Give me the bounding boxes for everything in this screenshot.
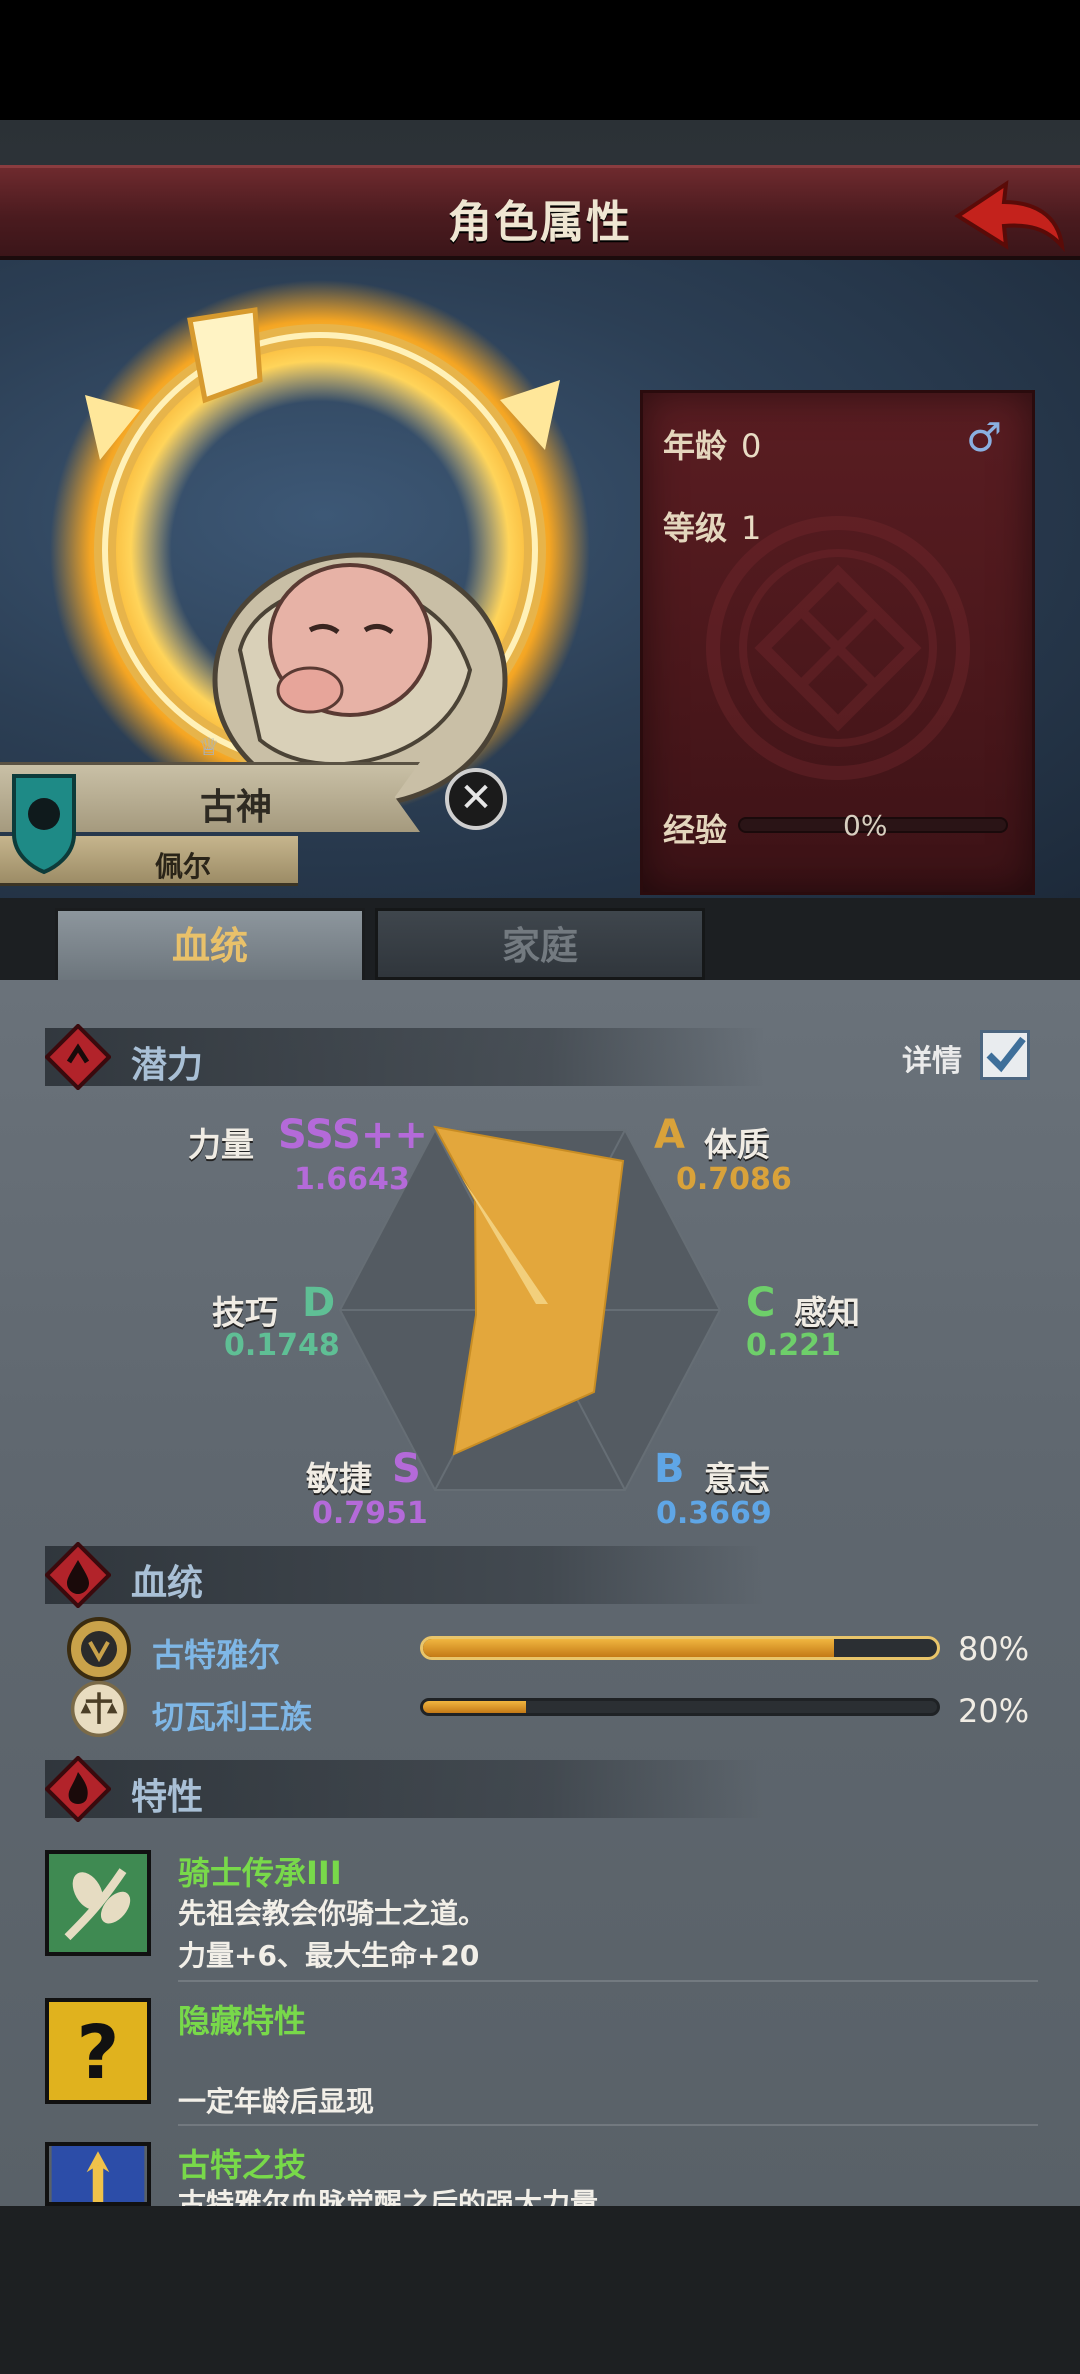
bloodline-item-0-percent: 80% [958, 1630, 1030, 1668]
tab-bar: 血统 家庭 [0, 898, 1080, 980]
checkmark-icon [986, 1036, 1026, 1073]
bloodline-item-1-bar [420, 1698, 940, 1716]
detail-label: 详情 [902, 1044, 962, 1079]
stat-will-grade: B [654, 1446, 685, 1492]
age-value: 0 [741, 427, 762, 465]
bloodline-item-0-bar [420, 1636, 940, 1660]
question-mark-icon[interactable]: ? [45, 1998, 151, 2104]
page-title: 角色属性 [448, 197, 632, 248]
stat-agility-name: 敏捷 [306, 1459, 372, 1498]
status-bar-area [0, 0, 1080, 120]
exp-value: 0% [843, 809, 888, 842]
trait-separator [178, 1980, 1038, 1982]
stat-strength-grade: SSS++ [278, 1112, 428, 1158]
navigation-bar [0, 2206, 1080, 2374]
potential-icon [45, 1024, 111, 1090]
detail-checkbox[interactable] [980, 1030, 1030, 1080]
trait-0-desc1: 先祖会教会你骑士之道。 [178, 1897, 487, 1930]
character-subtitle: 佩尔 [155, 850, 212, 883]
stat-constitution-grade: A [654, 1112, 685, 1158]
stat-agility-grade: S [392, 1446, 421, 1492]
bloodline-item-0-name: 古特雅尔 [152, 1636, 281, 1674]
stat-perception-value: 0.221 [746, 1328, 841, 1363]
stat-strength-value: 1.6643 [294, 1162, 410, 1197]
stat-strength-name: 力量 [188, 1125, 254, 1164]
traits-title: 特性 [131, 1777, 204, 1818]
age-row: 年龄 0 [663, 421, 761, 467]
celtic-knot-emblem [706, 516, 970, 780]
level-label: 等级 [663, 509, 728, 547]
stat-will-name: 意志 [704, 1459, 770, 1498]
bloodline-section-header: 血统 [45, 1542, 765, 1608]
age-label: 年龄 [663, 427, 728, 465]
crown-icon: ♕ [198, 733, 220, 761]
stat-constitution-name: 体质 [704, 1125, 770, 1164]
exp-label: 经验 [663, 811, 728, 849]
tab-bloodline[interactable]: 血统 [55, 908, 365, 980]
stat-will-value: 0.3669 [656, 1496, 772, 1531]
character-info-panel: 年龄 0 ♂ 等级 1 经验 0% [640, 390, 1035, 895]
potential-section-header: 潜力 [45, 1024, 765, 1090]
knight-heritage-icon[interactable] [45, 1850, 151, 1956]
stat-skill-name: 技巧 [212, 1293, 278, 1332]
trait-0-name: 骑士传承III [178, 1854, 342, 1892]
gutyal-crest-icon [67, 1617, 131, 1681]
family-shield-icon[interactable] [10, 772, 78, 876]
stat-skill-value: 0.1748 [224, 1328, 340, 1363]
tab-family[interactable]: 家庭 [375, 908, 705, 980]
bloodline-title: 血统 [131, 1563, 204, 1604]
title-bar: 角色属性 [0, 165, 1080, 260]
bloodline-item-1-percent: 20% [958, 1692, 1030, 1730]
character-name: 古神 [200, 787, 273, 828]
svg-text:?: ? [77, 2010, 120, 2096]
trait-separator [178, 2124, 1038, 2126]
close-button[interactable]: ✕ [445, 768, 507, 830]
trait-2-desc1: 古特雅尔血脉觉醒之后的强大力量。 [178, 2187, 627, 2206]
fire-trait-icon [45, 1756, 111, 1822]
stat-constitution-value: 0.7086 [676, 1162, 792, 1197]
bloodline-item-1-name: 切瓦利王族 [152, 1698, 313, 1736]
scales-crest-icon [70, 1680, 128, 1738]
gutyal-skill-icon[interactable] [45, 2142, 151, 2206]
traits-section-header: 特性 [45, 1756, 765, 1822]
potential-title: 潜力 [131, 1045, 204, 1086]
trait-0-desc2: 力量+6、最大生命+20 [178, 1939, 480, 1972]
stat-skill-grade: D [302, 1280, 336, 1326]
bloodline-item-0-fill [423, 1639, 835, 1657]
level-value: 1 [741, 509, 762, 547]
stat-perception-name: 感知 [794, 1293, 860, 1332]
male-icon: ♂ [966, 415, 1002, 461]
blood-drop-icon [45, 1542, 111, 1608]
trait-2-name: 古特之技 [178, 2146, 307, 2184]
trait-1-name: 隐藏特性 [178, 2002, 307, 2040]
back-arrow-icon[interactable] [948, 176, 1068, 254]
level-row: 等级 1 [663, 503, 761, 549]
stat-agility-value: 0.7951 [312, 1496, 428, 1531]
bloodline-item-1-fill [423, 1701, 526, 1713]
stat-perception-grade: C [746, 1280, 776, 1326]
trait-1-desc2: 一定年龄后显现 [178, 2085, 375, 2118]
